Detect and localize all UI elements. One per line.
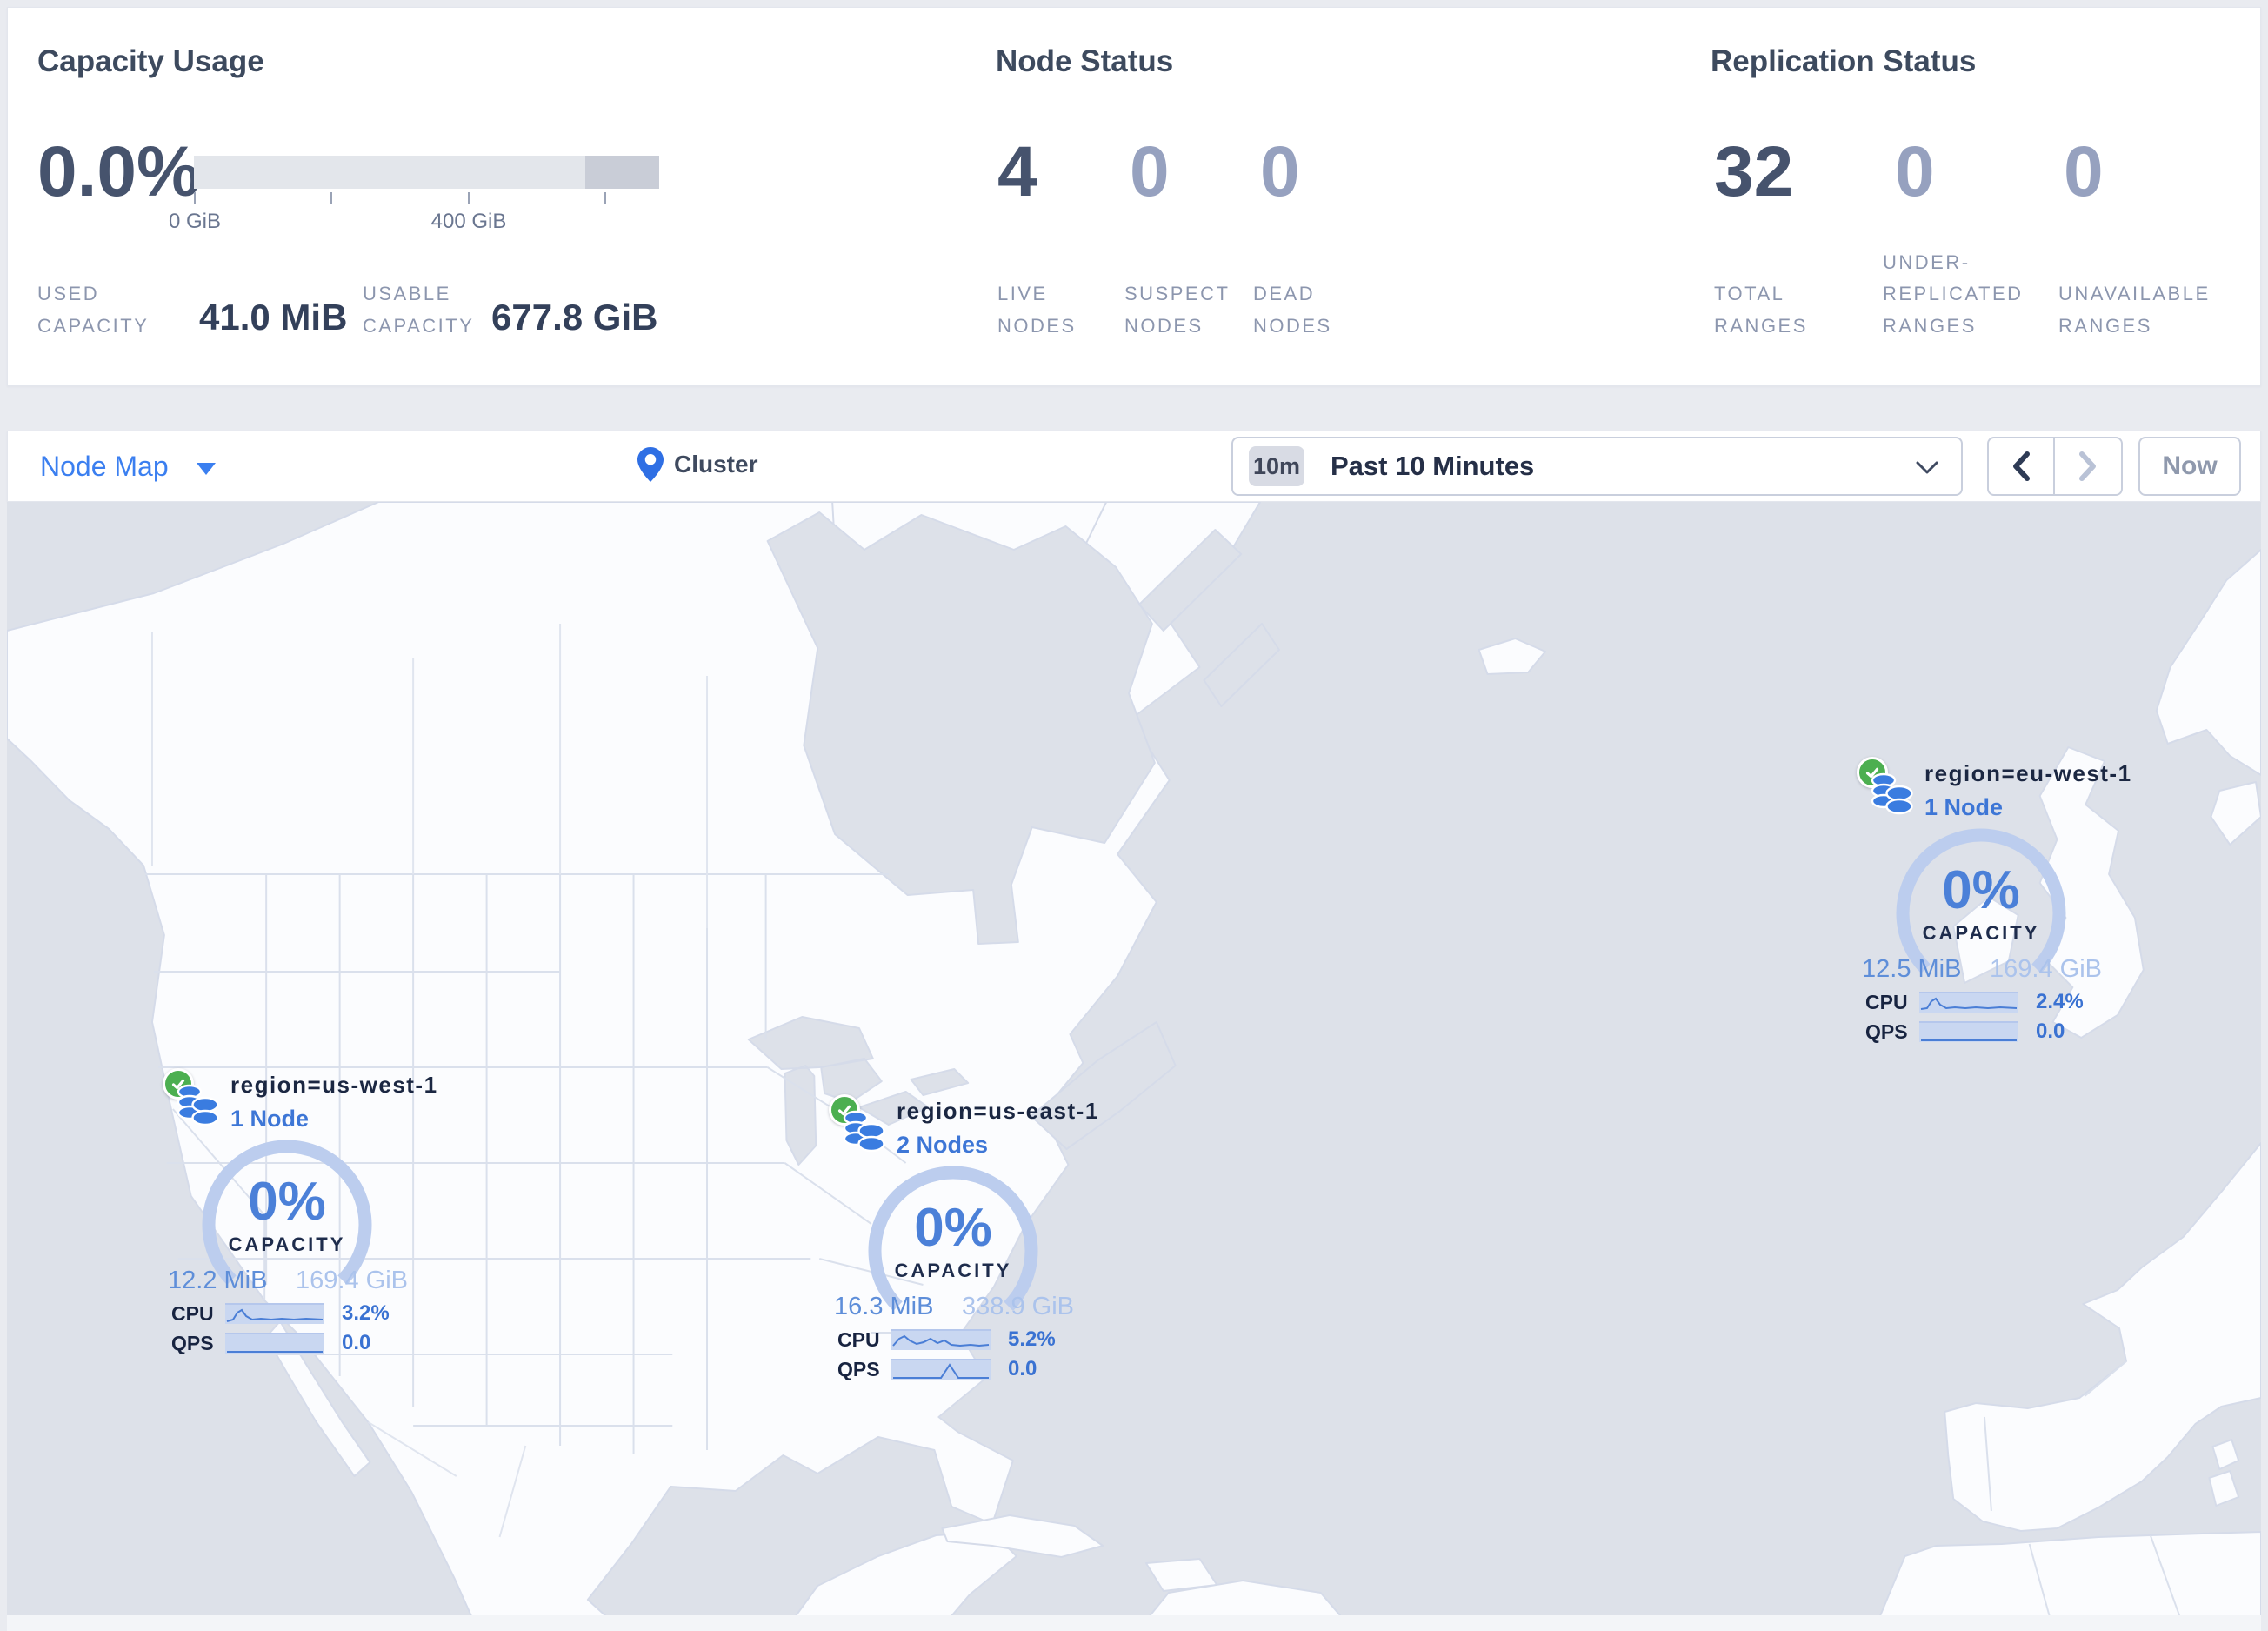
used-capacity: 12.5 MiB <box>1862 955 1962 983</box>
chevron-down-icon <box>1916 461 1938 474</box>
map-footer-strip <box>7 1615 2261 1631</box>
bar-tick <box>330 192 332 204</box>
under-replicated-ranges-label: UNDER- REPLICATED RANGES <box>1883 251 2024 337</box>
total-capacity: 169.4 GiB <box>1990 955 2102 983</box>
arctic-strait <box>1203 623 1280 707</box>
qps-sparkline <box>1919 1021 2018 1042</box>
under-replicated-ranges-value: 0 <box>1895 132 1935 211</box>
bar-tick <box>604 192 606 204</box>
total-capacity: 169.4 GiB <box>296 1267 408 1294</box>
capacity-percent: 0% <box>248 1172 326 1232</box>
usable-capacity-value: 677.8 GiB <box>491 297 658 338</box>
capacity-percent: 0.0% <box>37 132 200 211</box>
breadcrumb[interactable]: Cluster <box>637 447 757 482</box>
capacity-usage-title: Capacity Usage <box>37 44 264 78</box>
time-range-select[interactable]: 10m Past 10 Minutes <box>1231 437 1963 496</box>
chevron-right-icon <box>2079 451 2096 481</box>
landmass-sardinia <box>2208 1470 2240 1507</box>
suspect-nodes-label: SUSPECT NODES <box>1124 283 1231 337</box>
cpu-sparkline <box>225 1303 324 1324</box>
unavailable-ranges-value: 0 <box>2064 132 2104 211</box>
capacity-usage-bar <box>194 156 659 189</box>
now-button[interactable]: Now <box>2138 437 2241 496</box>
chevron-down-icon <box>196 462 216 475</box>
time-nav-arrows <box>1987 437 2123 496</box>
cpu-sparkline <box>891 1329 991 1350</box>
node-count-link[interactable]: 1 Node <box>230 1106 438 1133</box>
node-marker-us-east-1[interactable]: region=us-east-1 2 Nodes 0% CAPACITY 16.… <box>829 1094 1097 1385</box>
capacity-percent: 0% <box>914 1198 992 1258</box>
bar-tick-label-400: 400 GiB <box>430 210 507 233</box>
suspect-nodes-value: 0 <box>1130 132 1170 211</box>
landmass-scandinavia <box>2155 549 2261 776</box>
capacity-label: CAPACITY <box>1922 922 2040 944</box>
location-pin-icon <box>637 447 664 482</box>
landmass-iceland <box>1478 638 1547 675</box>
capacity-label: CAPACITY <box>894 1260 1012 1281</box>
view-selector-label: Node Map <box>40 451 169 482</box>
qps-label: QPS <box>171 1331 214 1354</box>
world-map <box>7 502 2261 1631</box>
database-stack-icon <box>843 1110 885 1153</box>
dead-nodes-label: DEAD NODES <box>1253 283 1332 337</box>
breadcrumb-cluster-label: Cluster <box>674 451 758 478</box>
map-toolbar: Node Map Cluster 10m Past 10 Minutes Now <box>7 431 2261 502</box>
used-capacity-value: 41.0 MiB <box>199 297 348 338</box>
region-label: region=us-east-1 <box>897 1098 1099 1124</box>
database-stack-icon <box>1871 772 1913 815</box>
landmass-denmark <box>2210 781 2261 846</box>
qps-label: QPS <box>837 1357 880 1380</box>
used-capacity: 16.3 MiB <box>834 1293 934 1320</box>
capacity-bar-reserved-segment <box>585 156 659 189</box>
total-capacity: 338.9 GiB <box>962 1293 1074 1320</box>
cpu-value: 2.4% <box>2036 990 2084 1013</box>
cpu-label: CPU <box>171 1301 214 1325</box>
bar-tick <box>468 192 470 204</box>
node-count-link[interactable]: 1 Node <box>1924 794 2132 821</box>
capacity-label: CAPACITY <box>228 1233 346 1255</box>
bar-tick <box>194 192 196 204</box>
capacity-percent: 0% <box>1942 860 2020 920</box>
view-selector-dropdown[interactable]: Node Map <box>40 451 216 483</box>
bar-tick-label-0: 0 GiB <box>168 210 222 233</box>
database-stack-icon <box>177 1084 219 1126</box>
node-status-title: Node Status <box>996 44 1174 78</box>
landmass-europe <box>1944 1142 2261 1532</box>
qps-value: 0.0 <box>2036 1019 2065 1043</box>
next-time-button[interactable] <box>2055 438 2121 494</box>
node-count-link[interactable]: 2 Nodes <box>897 1132 1099 1159</box>
landmass-corsica <box>2211 1439 2240 1470</box>
node-marker-us-west-1[interactable]: region=us-west-1 1 Node 0% CAPACITY 12.2… <box>163 1068 437 1359</box>
region-label: region=eu-west-1 <box>1924 760 2132 786</box>
cpu-label: CPU <box>837 1327 880 1351</box>
qps-sparkline <box>891 1359 991 1380</box>
prev-time-button[interactable] <box>1989 438 2055 494</box>
total-ranges-label: TOTAL RANGES <box>1714 283 1808 337</box>
cluster-summary-panel: Capacity Usage 0.0% 0 GiB 400 GiB USED C… <box>7 7 2261 386</box>
chevron-left-icon <box>2013 451 2030 481</box>
unavailable-ranges-label: UNAVAILABLE RANGES <box>2058 283 2211 337</box>
dead-nodes-value: 0 <box>1260 132 1300 211</box>
node-map[interactable]: region=us-west-1 1 Node 0% CAPACITY 12.2… <box>7 502 2261 1631</box>
time-range-badge: 10m <box>1249 446 1304 486</box>
cpu-value: 3.2% <box>342 1301 390 1325</box>
qps-value: 0.0 <box>342 1331 371 1354</box>
qps-sparkline <box>225 1333 324 1354</box>
live-nodes-label: LIVE NODES <box>997 283 1077 337</box>
usable-capacity-label: USABLE CAPACITY <box>363 283 475 337</box>
cpu-sparkline <box>1919 992 2018 1013</box>
node-marker-eu-west-1[interactable]: region=eu-west-1 1 Node 0% CAPACITY 12.5… <box>1857 757 2131 1047</box>
used-capacity: 12.2 MiB <box>168 1267 268 1294</box>
qps-label: QPS <box>1865 1019 1908 1043</box>
cpu-label: CPU <box>1865 990 1908 1013</box>
live-nodes-value: 4 <box>997 132 1037 211</box>
time-range-label: Past 10 Minutes <box>1331 451 1535 481</box>
replication-status-title: Replication Status <box>1711 44 1977 78</box>
region-label: region=us-west-1 <box>230 1072 438 1098</box>
used-capacity-label: USED CAPACITY <box>37 283 150 337</box>
qps-value: 0.0 <box>1008 1357 1037 1380</box>
cpu-value: 5.2% <box>1008 1327 1056 1351</box>
total-ranges-value: 32 <box>1714 132 1794 211</box>
